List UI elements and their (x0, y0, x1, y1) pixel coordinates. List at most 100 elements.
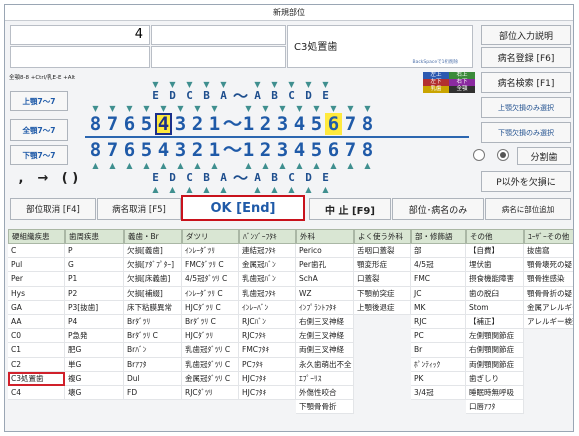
disease-item[interactable]: Dul (124, 371, 182, 386)
tooth-lower-left-D[interactable]: D (300, 171, 317, 185)
disease-item[interactable]: FMCﾀﾞﾂﾘ C (182, 258, 239, 273)
disease-item[interactable]: FMC (411, 272, 466, 287)
disease-item[interactable]: 摂食機能障害 (466, 272, 524, 287)
tooth-lower-left-6[interactable]: 6 (325, 139, 342, 161)
disease-item[interactable]: 部 (411, 244, 466, 259)
tooth-upper-right-7[interactable]: 7 (104, 113, 121, 135)
tooth-lower-right-4[interactable]: 4 (155, 139, 172, 161)
disease-item[interactable]: 上顎後退症 (354, 300, 411, 315)
blank-field-2[interactable] (10, 46, 150, 68)
blank-field-1[interactable] (151, 25, 286, 45)
tooth-lower-left-4[interactable]: 4 (291, 139, 308, 161)
disease-item[interactable]: RJC (411, 314, 466, 330)
disease-item[interactable]: P急発 (65, 329, 124, 344)
tooth-lower-left-E[interactable]: E (317, 171, 334, 185)
tooth-upper-left-3[interactable]: 3 (274, 113, 291, 135)
cancel-part-button[interactable]: 部位取消 [F4] (10, 198, 96, 220)
disease-item[interactable]: Stom (466, 300, 524, 315)
disease-item[interactable]: ｴﾌﾟｰﾘｽ (296, 371, 354, 386)
disease-item[interactable]: Brﾊﾞﾝ (124, 343, 182, 358)
disease-item[interactable]: Brﾀﾞﾂﾘ (124, 314, 182, 330)
tooth-lower-left-8[interactable]: 8 (359, 139, 376, 161)
disease-item[interactable]: ｲﾝﾚｰﾊﾞﾝ (239, 300, 296, 315)
tooth-lower-left-C[interactable]: C (283, 171, 300, 185)
tooth-lower-right-A[interactable]: A (215, 171, 232, 185)
tooth-upper-left-5[interactable]: 5 (308, 113, 325, 135)
disease-item[interactable]: PCﾌﾀｷ (239, 357, 296, 372)
parens-button[interactable]: ( ) (55, 171, 85, 191)
disease-item[interactable]: 4/5冠 (411, 258, 466, 273)
tooth-upper-left-4[interactable]: 4 (291, 113, 308, 135)
disease-item[interactable]: 舌咽口蓋裂 (354, 244, 411, 259)
disease-item[interactable]: 【自費】 (466, 244, 524, 259)
tooth-lower-right-3[interactable]: 3 (172, 139, 189, 161)
tooth-lower-right-D[interactable]: D (164, 171, 181, 185)
disease-item[interactable]: C0 (8, 329, 65, 344)
arrow-button[interactable]: → (31, 171, 55, 191)
tooth-lower-right-7[interactable]: 7 (104, 139, 121, 161)
tooth-upper-right-C[interactable]: C (181, 89, 198, 103)
split-tooth-button[interactable]: 分割歯 (517, 147, 571, 165)
disease-item[interactable]: 両側三叉神経 (296, 343, 354, 358)
tooth-lower-right-5[interactable]: 5 (138, 139, 155, 161)
tooth-upper-left-1[interactable]: 1 (240, 113, 257, 135)
disease-item[interactable]: Per歯孔 (296, 258, 354, 273)
disease-item[interactable]: 歯の脱臼 (466, 286, 524, 301)
disease-item[interactable]: 乳歯冠ﾊﾞﾝ (239, 272, 296, 287)
upper-missing-button[interactable]: 上顎欠損のみ選択 (481, 97, 571, 118)
disease-item[interactable]: HJCﾀﾞﾂﾘ C (182, 300, 239, 315)
tooth-upper-left-C[interactable]: C (283, 89, 300, 103)
disease-item[interactable]: 顎骨挫感染 (524, 272, 573, 287)
cancel-disease-button[interactable]: 病名取消 [F5] (97, 198, 181, 220)
disease-item[interactable]: 金属アレルギー (524, 300, 573, 315)
tooth-upper-left-8[interactable]: 8 (359, 113, 376, 135)
tooth-upper-left-2[interactable]: 2 (257, 113, 274, 135)
disease-item[interactable]: Brﾀﾞﾂﾘ C (124, 329, 182, 344)
tooth-lower-right-8[interactable]: 8 (87, 139, 104, 161)
disease-item[interactable]: 左側顎関節症 (466, 329, 524, 344)
disease-item[interactable]: 壊G (65, 385, 124, 401)
disease-item[interactable]: C1 (8, 343, 65, 358)
disease-item[interactable]: 欠損[床義歯] (124, 272, 182, 287)
tooth-lower-left-3[interactable]: 3 (274, 139, 291, 161)
disease-item[interactable]: 抜歯窩 (524, 244, 573, 259)
disease-item[interactable]: C (8, 244, 65, 259)
disease-item[interactable]: ｲﾝﾚｰﾀﾞﾂﾘ C (182, 286, 239, 301)
tooth-upper-left-7[interactable]: 7 (342, 113, 359, 135)
disease-item[interactable]: Hys (8, 286, 65, 301)
disease-item[interactable]: RJCﾌﾀｷ (239, 329, 296, 344)
disease-item[interactable]: SchA (296, 272, 354, 287)
disease-item[interactable]: 外傷性咬合 (296, 385, 354, 401)
disease-item[interactable]: 下顎前突症 (354, 286, 411, 301)
disease-item[interactable]: P4 (65, 314, 124, 330)
tooth-upper-right-4-selected[interactable]: 4 (155, 113, 172, 135)
tooth-upper-right-E[interactable]: E (147, 89, 164, 103)
tooth-upper-right-B[interactable]: B (198, 89, 215, 103)
disease-item[interactable]: FD (124, 385, 182, 401)
tooth-lower-left-7[interactable]: 7 (342, 139, 359, 161)
disease-item[interactable]: 【補正】 (466, 314, 524, 330)
excl-p-missing-button[interactable]: P以外を欠損に (481, 171, 571, 192)
part-input-help-button[interactable]: 部位入力説明 (481, 25, 571, 45)
disease-item[interactable]: HJCﾌﾀｷ (239, 385, 296, 401)
part-disease-only-button[interactable]: 部位･病名のみ (392, 198, 484, 220)
tooth-upper-right-8[interactable]: 8 (87, 113, 104, 135)
disease-item[interactable]: WZ (296, 286, 354, 301)
disease-item[interactable]: 口蓋裂 (354, 272, 411, 287)
disease-item[interactable]: アレルギー検査 (524, 314, 573, 330)
disease-item[interactable]: 左側三叉神経 (296, 329, 354, 344)
disease-item[interactable]: 乳歯冠ﾀﾞﾂﾘ C (182, 343, 239, 358)
disease-item[interactable]: C3処置歯 (8, 371, 65, 386)
disease-item[interactable]: 欠損[ｱﾀﾞﾌﾟﾀｰ] (124, 258, 182, 273)
tooth-lower-right-E[interactable]: E (147, 171, 164, 185)
disease-item[interactable]: Brﾀﾞﾂﾘ C (182, 314, 239, 330)
tooth-lower-left-B[interactable]: B (266, 171, 283, 185)
comma-button[interactable]: , (11, 171, 31, 191)
radio-option-1[interactable] (473, 149, 485, 161)
disease-item[interactable]: 顎変形症 (354, 258, 411, 273)
disease-item[interactable]: Per (8, 272, 65, 287)
disease-item[interactable]: G (65, 258, 124, 273)
tooth-number-field[interactable]: 4 (10, 25, 150, 45)
disease-item[interactable]: FMCﾌﾀｷ (239, 343, 296, 358)
tooth-upper-left-B[interactable]: B (266, 89, 283, 103)
